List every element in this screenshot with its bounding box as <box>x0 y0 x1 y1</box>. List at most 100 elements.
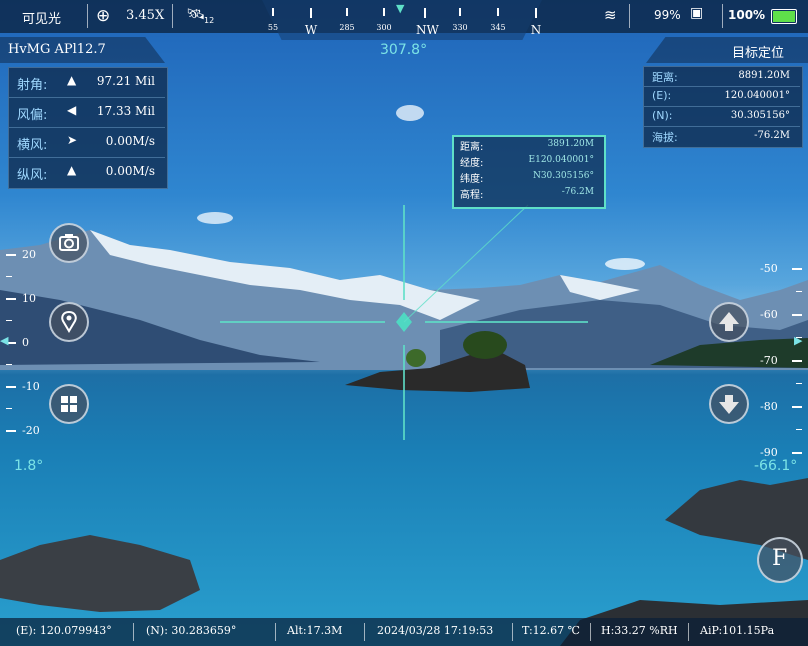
scale-label: -20 <box>22 424 40 437</box>
temperature: T:12.67 ℃ <box>522 624 580 637</box>
scale-tick <box>6 298 16 300</box>
ballistic-value: 0.00M/s <box>105 164 155 178</box>
direction-arrow-icon: ➤ <box>67 133 78 147</box>
ballistic-value: 17.33 Mil <box>96 104 155 118</box>
compass-tick-label: 55 <box>267 23 279 32</box>
zoom-down-button[interactable] <box>709 384 749 424</box>
compass-tick <box>310 8 312 18</box>
target-label: (E): <box>652 89 672 102</box>
popup-value: E120.040001° <box>528 155 594 165</box>
compass-tick <box>497 8 499 16</box>
scale-tick <box>6 386 16 388</box>
scale-tick <box>792 314 802 316</box>
popup-row: 高程: -76.2M <box>454 185 600 201</box>
divider <box>590 623 591 641</box>
island-tree <box>463 331 507 359</box>
compass-tick <box>346 8 348 16</box>
target-label: (N): <box>652 109 673 122</box>
right-scale-pointer-icon: ▶ <box>794 334 803 347</box>
map-pin-icon <box>61 310 77 333</box>
altitude: Alt:17.3M <box>287 624 343 637</box>
left-scale-pointer-icon: ◀ <box>0 334 9 347</box>
divider <box>629 4 630 28</box>
signal-percent: 99% <box>654 8 681 22</box>
scale-label: -80 <box>760 400 778 413</box>
direction-arrow-icon: ▲ <box>67 73 77 87</box>
rock <box>0 535 200 612</box>
target-popup: 距离: 3891.20M 经度: E120.040001° 纬度: N30.305156°… <box>452 135 606 209</box>
ballistic-row: 射角: ▲ 97.21 Mil <box>9 68 165 98</box>
divider <box>688 623 689 641</box>
scale-tick <box>792 452 802 454</box>
device-title: HvMG APl12.7 <box>8 42 106 57</box>
ballistic-label: 风偏: <box>17 108 48 123</box>
ballistic-value: 97.21 Mil <box>96 74 155 88</box>
satellite-count: 12 <box>204 16 215 25</box>
zoom-level: 3.45X <box>126 8 165 23</box>
camera-button[interactable] <box>49 223 89 263</box>
satellite-icon: 🛰 <box>186 5 206 23</box>
target-row: 距离: 8891.20M <box>644 67 800 87</box>
divider <box>172 4 173 28</box>
ballistic-label: 横风: <box>17 138 48 153</box>
focus-button[interactable]: F <box>757 537 803 583</box>
ballistic-row: 风偏: ◀ 17.33 Mil <box>9 98 165 128</box>
scale-minor-tick <box>796 383 802 384</box>
battery-icon <box>771 9 797 24</box>
scale-tick <box>6 254 16 256</box>
popup-label: 经度: <box>460 158 484 169</box>
divider <box>87 4 88 28</box>
compass-tick-label: W <box>304 23 318 37</box>
scale-tick <box>6 430 16 432</box>
popup-value: N30.305156° <box>532 171 594 181</box>
popup-label: 纬度: <box>460 174 484 185</box>
left-scale-value: 1.8° <box>14 458 44 474</box>
ballistic-label: 射角: <box>17 78 48 93</box>
scale-minor-tick <box>796 429 802 430</box>
zoom-up-button[interactable] <box>709 302 749 342</box>
divider <box>133 623 134 641</box>
mode-label[interactable]: 可见光 <box>22 8 61 27</box>
popup-row: 经度: E120.040001° <box>454 153 600 169</box>
target-row: 海拔: -76.2M <box>644 127 800 146</box>
battery-level <box>773 11 795 22</box>
target-panel: 距离: 8891.20M (E): 120.040001° (N): 30.305156°… <box>643 66 803 148</box>
target-title: 目标定位 <box>732 46 785 61</box>
direction-arrow-icon: ◀ <box>67 103 77 117</box>
longitude: (E): 120.079943° <box>16 624 112 637</box>
target-row: (E): 120.040001° <box>644 87 800 107</box>
scale-minor-tick <box>6 364 12 365</box>
popup-row: 纬度: N30.305156° <box>454 169 600 185</box>
heading-value: 307.8° <box>380 42 428 58</box>
scale-label: -60 <box>760 308 778 321</box>
popup-label: 高程: <box>460 190 484 201</box>
cloud <box>605 258 645 270</box>
target-row: (N): 30.305156° <box>644 107 800 127</box>
cloud <box>197 212 233 224</box>
datetime: 2024/03/28 17:19:53 <box>377 624 494 637</box>
scale-minor-tick <box>6 320 12 321</box>
scale-label: -70 <box>760 354 778 367</box>
divider <box>275 623 276 641</box>
air-pressure: AiP:101.15Pa <box>700 624 775 637</box>
focus-label: F <box>772 546 788 571</box>
scale-label: 10 <box>22 292 36 305</box>
humidity: H:33.27 %RH <box>601 624 678 637</box>
camera-icon <box>59 234 79 251</box>
zoom-icon[interactable]: ⊕ <box>96 6 110 26</box>
target-label: 距离: <box>652 71 678 84</box>
compass-tick <box>459 8 461 16</box>
grid-icon <box>61 396 77 412</box>
compass-tick-label: 330 <box>452 23 468 32</box>
direction-arrow-icon: ▲ <box>67 163 77 177</box>
sd-card-icon: ▣ <box>690 5 704 21</box>
popup-label: 距离: <box>460 142 484 153</box>
target-label: 海拔: <box>652 131 678 144</box>
scale-tick <box>792 268 802 270</box>
right-scale-value: -66.1° <box>754 458 798 474</box>
divider <box>512 623 513 641</box>
location-button[interactable] <box>49 302 89 342</box>
gallery-button[interactable] <box>49 384 89 424</box>
scale-label: 20 <box>22 248 36 261</box>
arrow-down-icon <box>719 395 739 414</box>
